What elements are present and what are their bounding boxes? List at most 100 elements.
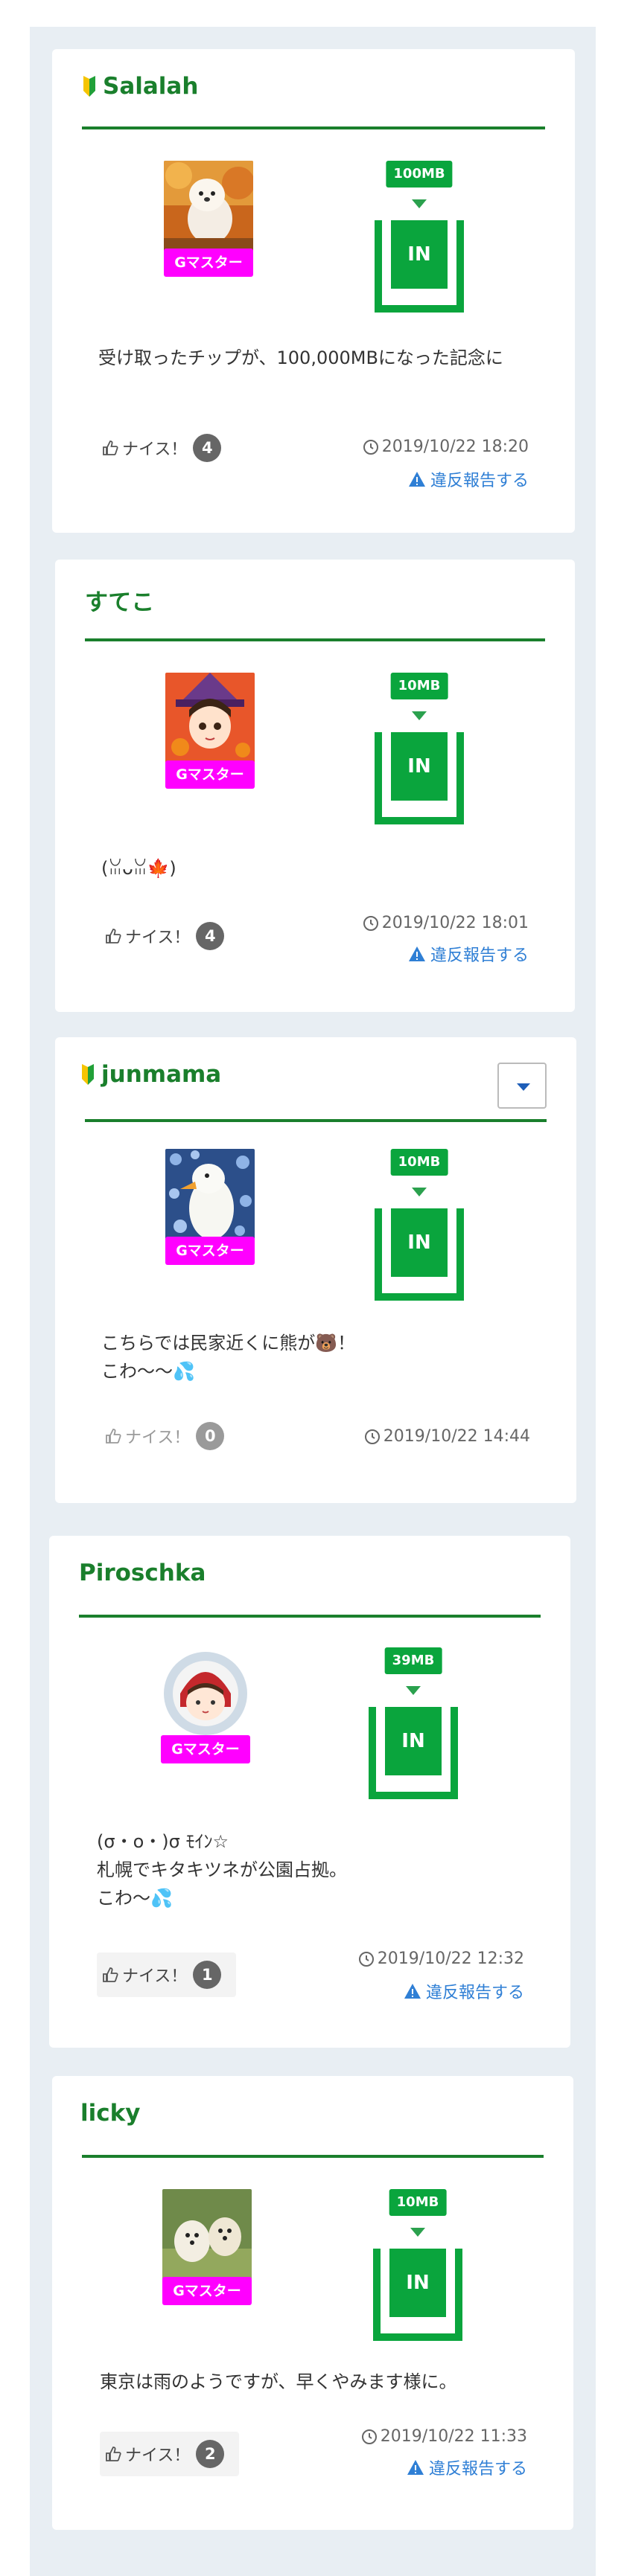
report-label[interactable]: 違反報告する [430,467,529,491]
warning-icon [407,2459,424,2476]
post-timestamp: 2019/10/22 14:44 [364,1427,530,1446]
nice-button[interactable]: ナイス！ 4 [98,433,227,463]
divider [79,1615,541,1618]
divider [85,638,545,641]
nice-button[interactable]: ナイス！ 1 [97,1952,237,1997]
post-timestamp: 2019/10/22 11:33 [361,2427,527,2446]
poster-name-text[interactable]: licky [80,2100,140,2127]
clock-icon [364,1429,381,1445]
post-card: Salalah Gマスター 100MB IN 受け取ったチップが、100,000… [52,49,575,533]
g-master-badge: Gマスター [165,1237,255,1265]
poster-name-text[interactable]: すてこ [85,583,154,617]
beginner-mark-icon [80,1064,95,1085]
post-card: licky Gマスター 10MB IN 東京は雨のようですが、早くやみます様に。 [52,2076,573,2530]
post-message: (σ・o・)σ ﾓｲﾝ☆ 札幌でキタキツネが公園占拠。 こわ〜💦 [97,1827,514,1912]
nice-button[interactable]: ナイス！ 4 [101,921,230,951]
avatar[interactable]: Gマスター [162,2189,252,2308]
avatar[interactable]: Gマスター [164,161,253,280]
nice-count: 4 [193,434,222,462]
poster-name[interactable]: licky [80,2100,140,2127]
nice-button[interactable]: ナイス！ 0 [101,1421,230,1451]
in-label: IN [391,1208,448,1277]
timestamp-text: 2019/10/22 11:33 [380,2427,527,2446]
arrow-down-icon [412,1188,427,1196]
divider [82,2155,544,2158]
in-label: IN [391,220,448,289]
mb-amount-badge: 10MB [390,673,448,699]
in-label: IN [391,732,448,801]
mb-tip-indicator: 100MB IN [372,161,466,317]
clock-icon [363,439,379,455]
mb-tip-indicator: 10MB IN [372,673,466,829]
timestamp-text: 2019/10/22 18:20 [381,438,529,456]
post-message: こちらでは民家近くに熊が🐻！ こわ〜〜💦 [101,1329,518,1385]
post-card: junmama Gマスター 10MB IN こちらでは民家近くに熊が🐻！ こわ〜… [55,1037,576,1503]
in-box: IN [375,220,464,313]
nice-label: ナイス！ [125,1429,191,1447]
in-box: IN [373,2249,462,2341]
message-line: 札幌でキタキツネが公園占拠。 [97,1859,347,1880]
g-master-badge: Gマスター [164,249,253,277]
avatar[interactable]: Gマスター [161,1647,250,1766]
timestamp-text: 2019/10/22 14:44 [383,1427,530,1446]
message-line: (σ・o・)σ ﾓｲﾝ☆ [97,1831,229,1852]
avatar[interactable]: Gマスター [165,673,255,792]
poster-name[interactable]: junmama [80,1061,221,1088]
nice-button[interactable]: ナイス！ 2 [100,2432,240,2476]
message-line: こちらでは民家近くに熊が🐻！ [101,1333,356,1353]
poster-name[interactable]: Salalah [82,73,198,100]
timestamp-text: 2019/10/22 18:01 [381,914,529,932]
arrow-down-icon [406,1686,421,1695]
thumbs-up-icon [101,1966,119,1984]
chevron-down-icon [517,1083,530,1091]
post-message: (ꈍᴗꈍ🍁) [101,858,176,879]
post-timestamp: 2019/10/22 18:20 [363,438,529,456]
beginner-mark-icon [82,76,97,97]
post-message: 受け取ったチップが、100,000MBになった記念に [98,347,503,368]
report-label[interactable]: 違反報告する [429,2455,527,2479]
nice-count: 1 [193,1961,222,1989]
poster-name-text[interactable]: junmama [101,1061,221,1088]
thumbs-up-icon [101,439,119,457]
arrow-down-icon [410,2228,425,2237]
mb-amount-badge: 39MB [384,1647,442,1674]
mb-tip-indicator: 39MB IN [366,1647,460,1804]
divider [82,126,545,129]
warning-icon [408,471,426,487]
nice-count: 2 [196,2440,225,2468]
poster-name[interactable]: Piroschka [79,1560,206,1586]
poster-name-text[interactable]: Piroschka [79,1560,206,1586]
report-label[interactable]: 違反報告する [426,1979,524,2003]
report-link[interactable]: 違反報告する [407,2455,527,2479]
g-master-badge: Gマスター [162,2277,252,2305]
nice-count: 4 [196,922,225,950]
mb-tip-indicator: 10MB IN [372,1149,466,1305]
report-label[interactable]: 違反報告する [430,942,529,966]
report-link[interactable]: 違反報告する [404,1979,524,2003]
arrow-down-icon [412,199,427,208]
post-timestamp: 2019/10/22 12:32 [358,1949,524,1968]
avatar[interactable]: Gマスター [165,1149,255,1268]
nice-label: ナイス！ [122,440,188,459]
poster-name-text[interactable]: Salalah [103,73,198,100]
message-line: こわ〜〜💦 [101,1361,195,1382]
clock-icon [358,1951,375,1967]
poster-name[interactable]: すてこ [85,583,154,617]
in-label: IN [385,1707,442,1775]
report-link[interactable]: 違反報告する [408,942,529,966]
report-link[interactable]: 違反報告する [408,467,529,491]
arrow-down-icon [412,711,427,720]
in-label: IN [389,2249,446,2317]
options-dropdown[interactable] [497,1063,547,1109]
clock-icon [361,2429,378,2445]
nice-label: ナイス！ [125,929,191,947]
post-card: Piroschka Gマスター 39MB IN (σ・o・)σ ﾓｲﾝ☆ 札幌で… [49,1536,570,2048]
nice-label: ナイス！ [122,1967,188,1986]
mb-amount-badge: 10MB [389,2189,447,2216]
message-line: こわ〜💦 [97,1888,173,1909]
clock-icon [363,915,379,932]
warning-icon [408,946,426,962]
post-timestamp: 2019/10/22 18:01 [363,914,529,932]
nice-count: 0 [196,1422,225,1450]
g-master-badge: Gマスター [161,1735,250,1763]
